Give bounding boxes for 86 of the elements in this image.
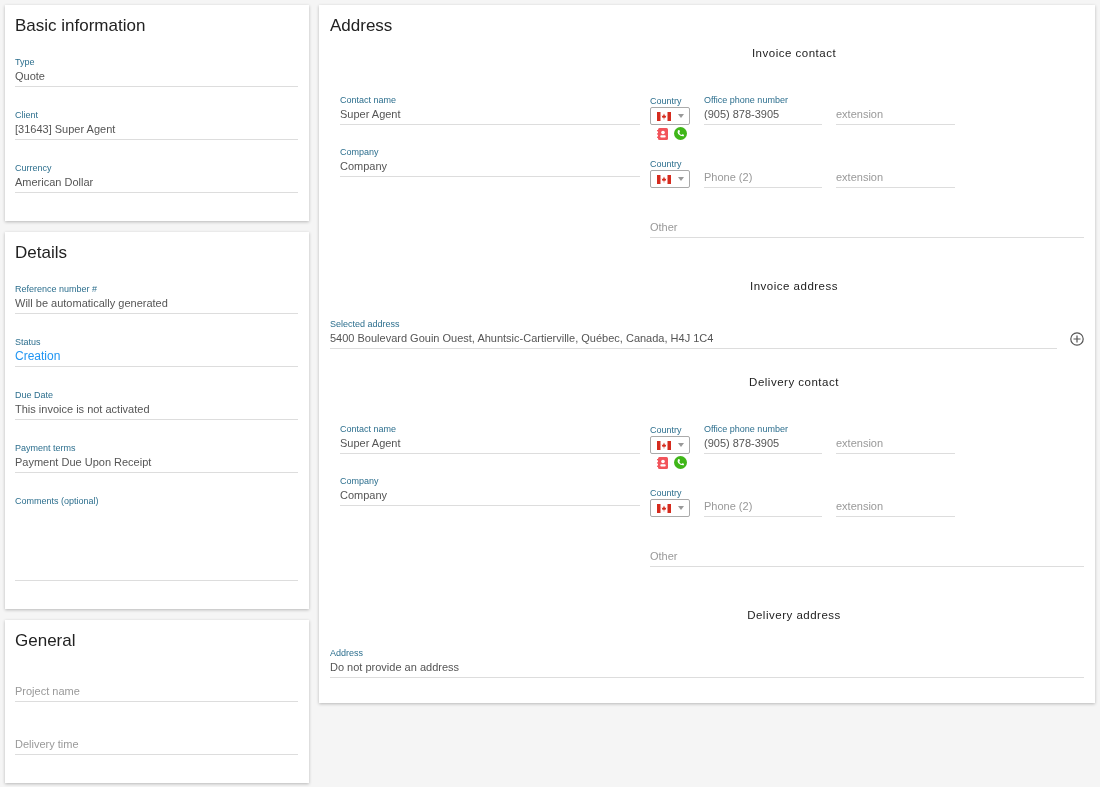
- field-value: Will be automatically generated: [15, 296, 168, 311]
- field-label: Contact name: [340, 95, 397, 106]
- field-value: Super Agent: [340, 107, 401, 122]
- input-field[interactable]: Company Company: [340, 147, 640, 177]
- caret-icon: [678, 114, 684, 118]
- field-value: American Dollar: [15, 175, 94, 190]
- section-heading: Delivery contact: [749, 375, 839, 390]
- section-heading: Delivery address: [747, 608, 841, 623]
- phone-call-icon[interactable]: [674, 456, 687, 469]
- field-label: Company: [340, 476, 379, 487]
- placeholder: Other: [650, 220, 678, 235]
- field-label: Reference number #: [15, 284, 98, 295]
- flag-icon: [657, 503, 671, 513]
- field-label: Client: [15, 110, 38, 121]
- card-title: Details: [15, 242, 68, 264]
- country-select[interactable]: [650, 499, 690, 517]
- add-circle-icon[interactable]: [1070, 332, 1084, 346]
- field-value: Payment Due Upon Receipt: [15, 455, 152, 470]
- placeholder: Delivery time: [15, 737, 79, 752]
- field-label: Office phone number: [704, 95, 788, 106]
- field-label: Contact name: [340, 424, 397, 435]
- phone-call-icon[interactable]: [674, 127, 687, 140]
- placeholder: extension: [836, 170, 884, 185]
- field-label: Country: [650, 96, 682, 107]
- placeholder: Phone (2): [704, 499, 753, 514]
- caret-icon: [678, 506, 684, 510]
- contact-card-icon[interactable]: [657, 127, 668, 140]
- input-field[interactable]: Office phone number (905) 878-3905: [704, 424, 822, 454]
- field-value: Do not provide an address: [330, 660, 460, 675]
- field-label: Comments (optional): [15, 496, 99, 507]
- field-label: Currency: [15, 163, 52, 174]
- input-field[interactable]: Client [31643] Super Agent: [15, 110, 298, 140]
- field-label: Company: [340, 147, 379, 158]
- placeholder: Project name: [15, 684, 80, 699]
- caret-icon: [678, 177, 684, 181]
- country-select[interactable]: [650, 170, 690, 188]
- country-select[interactable]: [650, 436, 690, 454]
- input-field[interactable]: Contact name Super Agent: [340, 95, 640, 125]
- caret-icon: [678, 443, 684, 447]
- field-value: (905) 878-3905: [704, 436, 780, 451]
- field-label: Selected address: [330, 319, 400, 330]
- field-label: Type: [15, 57, 35, 68]
- field-label: Country: [650, 159, 682, 170]
- flag-icon: [657, 111, 671, 121]
- field-value: 5400 Boulevard Gouin Ouest, Ahuntsic-Cartierville, Québec, Canada, H4J 1C4: [330, 331, 714, 346]
- field-label: Payment terms: [15, 443, 76, 454]
- card-title: General: [15, 630, 77, 652]
- flag-icon: [657, 174, 671, 184]
- flag-icon: [657, 440, 671, 450]
- contact-card-icon[interactable]: [657, 456, 668, 469]
- field-value: Quote: [15, 69, 45, 84]
- field-value: Company: [340, 159, 388, 174]
- card-title: Basic information: [15, 15, 147, 37]
- input-field[interactable]: Office phone number (905) 878-3905: [704, 95, 822, 125]
- input-field[interactable]: Due Date This invoice is not activated: [15, 390, 298, 420]
- field-value: Creation: [15, 348, 61, 364]
- input-field[interactable]: Contact name Super Agent: [340, 424, 640, 454]
- card-title: Address: [330, 15, 394, 37]
- placeholder: extension: [836, 107, 884, 122]
- field-label: Due Date: [15, 390, 54, 401]
- placeholder: extension: [836, 499, 884, 514]
- field-label: Status: [15, 337, 41, 348]
- field-value: Company: [340, 488, 388, 503]
- field-label: Country: [650, 488, 682, 499]
- input-field[interactable]: Status Creation: [15, 337, 298, 367]
- input-field[interactable]: Address Do not provide an address: [330, 648, 1084, 678]
- field-value: This invoice is not activated: [15, 402, 150, 417]
- input-field[interactable]: Payment terms Payment Due Upon Receipt: [15, 443, 298, 473]
- field-label: Office phone number: [704, 424, 788, 435]
- input-field[interactable]: Selected address 5400 Boulevard Gouin Ouest, Ahuntsic-Cartierville, Québec, Canada, H4J 1C4: [330, 319, 1057, 349]
- placeholder: extension: [836, 436, 884, 451]
- field-value: (905) 878-3905: [704, 107, 780, 122]
- input-field[interactable]: Currency American Dollar: [15, 163, 298, 193]
- field-label: Country: [650, 425, 682, 436]
- field-value: [31643] Super Agent: [15, 122, 116, 137]
- input-field[interactable]: Reference number # Will be automatically generated: [15, 284, 298, 314]
- section-heading: Invoice contact: [751, 46, 837, 61]
- input-field[interactable]: Company Company: [340, 476, 640, 506]
- field-value: Super Agent: [340, 436, 401, 451]
- text-area[interactable]: Comments (optional): [15, 496, 298, 581]
- field-label: Address: [330, 648, 364, 659]
- country-select[interactable]: [650, 107, 690, 125]
- placeholder: Phone (2): [704, 170, 753, 185]
- section-heading: Invoice address: [749, 279, 838, 294]
- placeholder: Other: [650, 549, 678, 564]
- input-field[interactable]: Type Quote: [15, 57, 298, 87]
